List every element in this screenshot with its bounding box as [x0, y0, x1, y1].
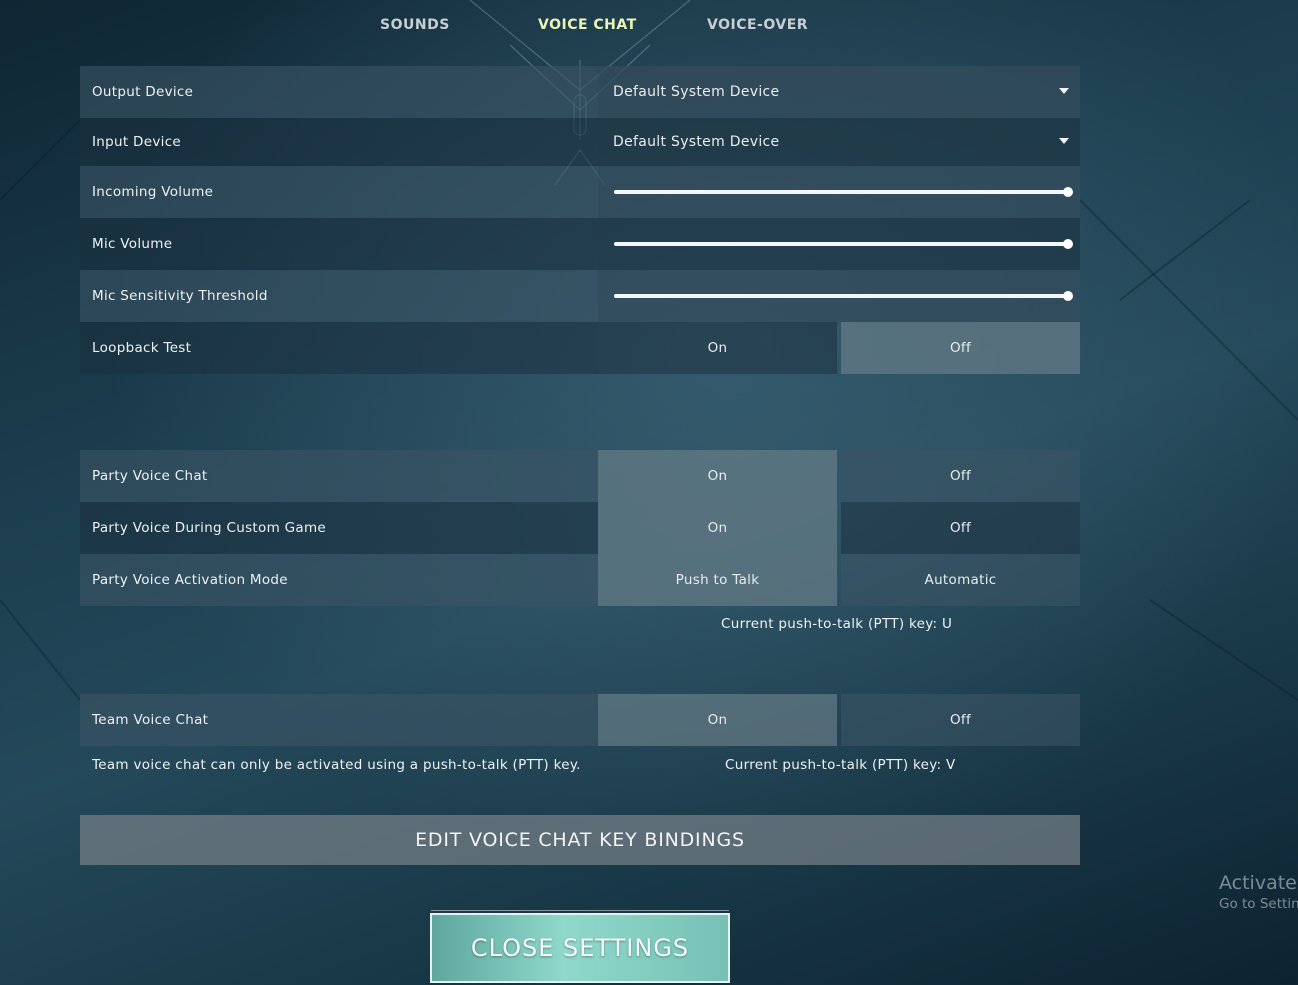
mic-sensitivity-row: Mic Sensitivity Threshold	[80, 270, 1080, 322]
team-ptt-key-note: Current push-to-talk (PTT) key: V	[725, 757, 956, 773]
edit-key-bindings-button[interactable]: EDIT VOICE CHAT KEY BINDINGS	[80, 815, 1080, 865]
incoming-volume-row: Incoming Volume	[80, 166, 1080, 218]
watermark-line-1: Activate W	[1219, 872, 1298, 894]
party-custom-game-row: Party Voice During Custom Game On Off	[80, 502, 1080, 554]
output-device-label: Output Device	[80, 66, 598, 118]
incoming-volume-slider[interactable]	[614, 187, 1073, 197]
party-voice-chat-label: Party Voice Chat	[80, 450, 598, 502]
party-voice-chat-control: On Off	[598, 450, 1080, 502]
incoming-volume-control	[598, 166, 1080, 218]
output-device-value: Default System Device	[613, 84, 780, 100]
team-voice-chat-label: Team Voice Chat	[80, 694, 598, 746]
party-custom-game-control: On Off	[598, 502, 1080, 554]
party-custom-game-off-option[interactable]: Off	[841, 502, 1080, 554]
watermark-line-2: Go to Settin	[1219, 896, 1298, 912]
party-custom-game-on-option[interactable]: On	[598, 502, 837, 554]
mic-volume-control	[598, 218, 1080, 270]
party-voice-chat-row: Party Voice Chat On Off	[80, 450, 1080, 502]
slider-knob[interactable]	[1063, 187, 1073, 197]
mic-sensitivity-slider[interactable]	[614, 291, 1073, 301]
close-settings-button[interactable]: CLOSE SETTINGS	[430, 910, 730, 983]
loopback-test-label: Loopback Test	[80, 322, 598, 374]
caret-down-icon	[1059, 88, 1069, 94]
output-device-row: Output Device Default System Device	[80, 66, 1080, 118]
mic-sensitivity-control	[598, 270, 1080, 322]
push-to-talk-option[interactable]: Push to Talk	[598, 554, 837, 606]
team-voice-chat-row: Team Voice Chat On Off	[80, 694, 1080, 746]
mic-volume-row: Mic Volume	[80, 218, 1080, 270]
mic-volume-label: Mic Volume	[80, 218, 598, 270]
slider-knob[interactable]	[1063, 291, 1073, 301]
loopback-off-option[interactable]: Off	[841, 322, 1080, 374]
input-device-value: Default System Device	[613, 134, 780, 150]
output-device-control: Default System Device	[598, 66, 1080, 118]
party-voice-chat-off-option[interactable]: Off	[841, 450, 1080, 502]
party-custom-game-label: Party Voice During Custom Game	[80, 502, 598, 554]
party-activation-mode-row: Party Voice Activation Mode Push to Talk…	[80, 554, 1080, 606]
loopback-test-control: On Off	[598, 322, 1080, 374]
input-device-dropdown[interactable]: Default System Device	[598, 118, 1080, 166]
mic-sensitivity-label: Mic Sensitivity Threshold	[80, 270, 598, 322]
input-device-label: Input Device	[80, 118, 598, 166]
automatic-option[interactable]: Automatic	[841, 554, 1080, 606]
party-voice-chat-on-option[interactable]: On	[598, 450, 837, 502]
party-ptt-key-note: Current push-to-talk (PTT) key: U	[721, 616, 953, 632]
loopback-test-row: Loopback Test On Off	[80, 322, 1080, 374]
loopback-on-option[interactable]: On	[598, 322, 837, 374]
team-voice-info: Team voice chat can only be activated us…	[92, 757, 581, 773]
input-device-control: Default System Device	[598, 118, 1080, 166]
tab-voice-chat[interactable]: VOICE CHAT	[538, 17, 637, 33]
team-voice-chat-control: On Off	[598, 694, 1080, 746]
mic-volume-slider[interactable]	[614, 239, 1073, 249]
output-device-dropdown[interactable]: Default System Device	[598, 66, 1080, 118]
activate-windows-watermark: Activate W Go to Settin	[1219, 872, 1298, 912]
team-voice-chat-off-option[interactable]: Off	[841, 694, 1080, 746]
settings-tab-bar: SOUNDS VOICE CHAT VOICE-OVER	[0, 0, 1298, 52]
slider-fill	[614, 190, 1068, 194]
slider-fill	[614, 294, 1068, 298]
input-device-row: Input Device Default System Device	[80, 118, 1080, 166]
tab-voice-over[interactable]: VOICE-OVER	[707, 17, 808, 33]
team-voice-chat-on-option[interactable]: On	[598, 694, 837, 746]
tab-sounds[interactable]: SOUNDS	[380, 17, 450, 33]
slider-knob[interactable]	[1063, 239, 1073, 249]
party-activation-mode-control: Push to Talk Automatic	[598, 554, 1080, 606]
party-activation-mode-label: Party Voice Activation Mode	[80, 554, 598, 606]
slider-fill	[614, 242, 1068, 246]
incoming-volume-label: Incoming Volume	[80, 166, 598, 218]
caret-down-icon	[1059, 138, 1069, 144]
